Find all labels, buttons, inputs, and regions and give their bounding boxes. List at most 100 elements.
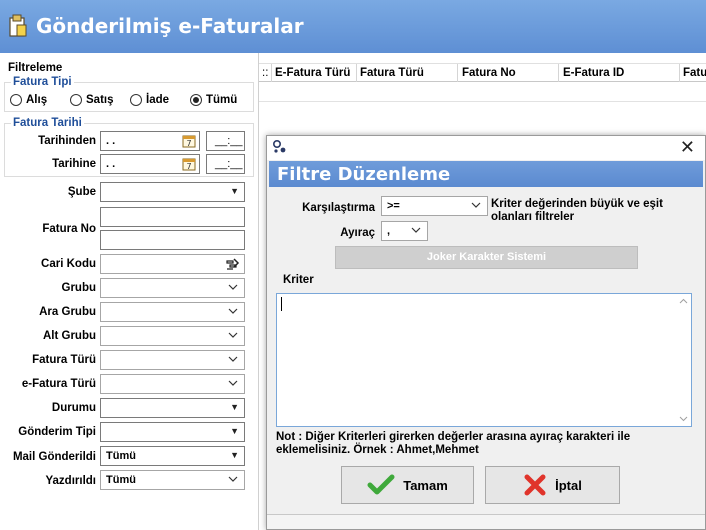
tarihinden-label: Tarihinden: [38, 135, 96, 147]
chevron-down-icon[interactable]: [411, 223, 421, 237]
lookup-icon[interactable]: [226, 257, 240, 271]
e-fatura-turu-label: e-Fatura Türü: [21, 378, 96, 390]
tarihine-label: Tarihine: [52, 158, 96, 170]
tarihinden-date-input[interactable]: . . 7: [100, 131, 200, 151]
durumu-label: Durumu: [51, 402, 96, 414]
chevron-down-icon[interactable]: [228, 352, 238, 366]
time-value: __:__: [215, 135, 243, 147]
alt-grubu-label: Alt Grubu: [42, 330, 96, 342]
calendar-icon[interactable]: 7: [182, 134, 196, 148]
comparison-hint: Kriter değerinden büyük ve eşit olanları…: [491, 198, 663, 223]
fatura-no-from-input[interactable]: [100, 207, 245, 227]
fatura-tarihi-label: Fatura Tarihi: [11, 117, 84, 129]
ara-grubu-dropdown[interactable]: [100, 302, 245, 322]
column-fatura-partial[interactable]: Fatu: [683, 67, 706, 79]
calendar-icon[interactable]: 7: [182, 157, 196, 171]
fatura-tipi-label: Fatura Tipi: [11, 76, 74, 88]
separator-select[interactable]: ,: [381, 221, 428, 241]
cancel-button-label: İptal: [555, 477, 582, 493]
separator-value: ,: [387, 225, 391, 237]
ok-button-label: Tamam: [403, 477, 448, 493]
tarihinden-time-input[interactable]: __:__: [206, 131, 245, 151]
radio-tumu[interactable]: Tümü: [190, 94, 237, 106]
comparison-select[interactable]: >=: [381, 196, 488, 216]
radio-satis[interactable]: Satış: [70, 94, 114, 106]
tarihine-date-input[interactable]: . . 7: [100, 154, 200, 174]
dropdown-arrow-icon[interactable]: ▼: [230, 402, 239, 412]
scroll-down-icon[interactable]: [679, 416, 688, 422]
radio-circle: [10, 94, 22, 106]
filter-panel: Filtreleme Fatura Tipi Alış Satış İade T…: [0, 53, 258, 530]
cancel-button[interactable]: İptal: [485, 466, 620, 504]
e-fatura-turu-dropdown[interactable]: [100, 374, 245, 394]
sube-combo[interactable]: ▼: [100, 182, 245, 202]
field-value: Tümü: [106, 450, 136, 462]
alt-grubu-dropdown[interactable]: [100, 326, 245, 346]
chevron-down-icon[interactable]: [228, 472, 238, 486]
yazdirildi-dropdown[interactable]: Tümü: [100, 470, 245, 490]
dropdown-arrow-icon[interactable]: ▼: [230, 450, 239, 460]
dialog-bottom-bar: [267, 514, 705, 529]
cari-kodu-label: Cari Kodu: [41, 258, 96, 270]
radio-label: Tümü: [206, 94, 238, 106]
date-value: . .: [106, 135, 116, 147]
cancel-x-icon: [524, 474, 546, 496]
column-e-fatura-id[interactable]: E-Fatura ID: [563, 67, 624, 79]
separator-label: Ayıraç: [340, 227, 375, 239]
comparison-label: Karşılaştırma: [302, 202, 375, 214]
grubu-dropdown[interactable]: [100, 278, 245, 298]
dialog-title: Filtre Düzenleme: [277, 164, 451, 185]
grid-header-row: :: E-Fatura Türü Fatura Türü Fatura No E…: [259, 63, 706, 82]
radio-alis[interactable]: Alış: [10, 94, 47, 106]
chevron-down-icon[interactable]: [228, 280, 238, 294]
grid-row-handle[interactable]: ::: [262, 67, 268, 79]
mail-gonderildi-label: Mail Gönderildi: [12, 451, 96, 463]
column-e-fatura-turu[interactable]: E-Fatura Türü: [275, 67, 350, 79]
fatura-turu-dropdown[interactable]: [100, 350, 245, 370]
date-value: . .: [106, 158, 116, 170]
dropdown-arrow-icon[interactable]: ▼: [230, 186, 239, 196]
dropdown-arrow-icon[interactable]: ▼: [230, 426, 239, 436]
fatura-no-to-input[interactable]: [100, 230, 245, 250]
radio-circle: [130, 94, 142, 106]
grubu-label: Grubu: [61, 282, 97, 294]
column-fatura-turu[interactable]: Fatura Türü: [360, 67, 424, 79]
fatura-tipi-radios: Alış Satış İade Tümü: [10, 94, 250, 110]
check-icon: [367, 474, 395, 495]
grid-row-divider: [259, 101, 706, 102]
comparison-value: >=: [387, 200, 400, 212]
svg-text:7: 7: [186, 139, 191, 148]
fatura-no-label: Fatura No: [42, 223, 96, 235]
svg-text:7: 7: [186, 162, 191, 171]
radio-label: İade: [146, 94, 170, 106]
joker-button[interactable]: Joker Karakter Sistemi: [335, 246, 638, 269]
column-fatura-no[interactable]: Fatura No: [462, 67, 516, 79]
filter-dialog: ✕ Filtre Düzenleme Karşılaştırma >= Krit…: [266, 135, 706, 530]
column-separator: [679, 64, 680, 82]
criteria-label: Kriter: [283, 274, 314, 286]
ok-button[interactable]: Tamam: [341, 466, 474, 504]
fatura-turu-label: Fatura Türü: [32, 354, 96, 366]
durumu-combo[interactable]: ▼: [100, 398, 245, 418]
close-icon[interactable]: ✕: [680, 137, 695, 158]
column-separator: [271, 64, 272, 82]
chevron-down-icon[interactable]: [228, 376, 238, 390]
radio-circle: [70, 94, 82, 106]
radio-iade[interactable]: İade: [130, 94, 169, 106]
cari-kodu-input[interactable]: [100, 254, 245, 274]
tarihine-time-input[interactable]: __:__: [206, 154, 245, 174]
scroll-up-icon[interactable]: [679, 298, 688, 304]
app-gear-icon: [272, 139, 286, 153]
text-cursor: [281, 297, 282, 311]
yazdirildi-label: Yazdırıldı: [45, 475, 97, 487]
gonderim-tipi-label: Gönderim Tipi: [18, 426, 96, 438]
chevron-down-icon[interactable]: [471, 198, 481, 212]
criteria-textarea[interactable]: [276, 293, 692, 427]
radio-label: Alış: [26, 94, 48, 106]
gonderim-tipi-combo[interactable]: ▼: [100, 422, 245, 442]
chevron-down-icon[interactable]: [228, 328, 238, 342]
mail-gonderildi-combo[interactable]: Tümü ▼: [100, 446, 245, 466]
column-separator: [356, 64, 357, 82]
criteria-note: Not : Diğer Kriterleri girerken değerler…: [276, 431, 631, 456]
chevron-down-icon[interactable]: [228, 304, 238, 318]
